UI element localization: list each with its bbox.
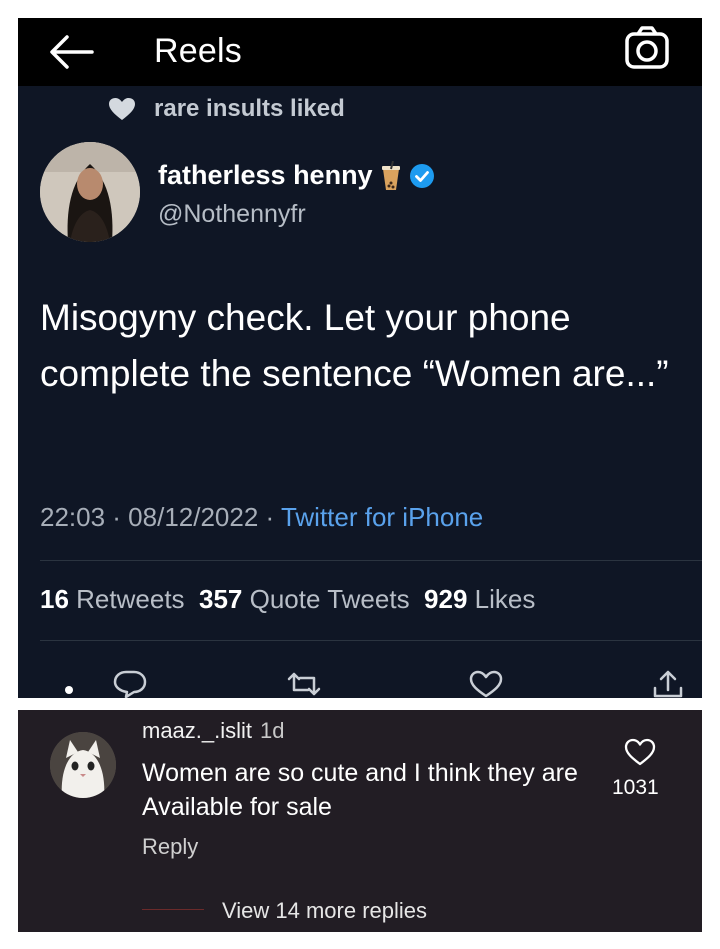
reels-header: Reels bbox=[18, 18, 702, 86]
profile-photo bbox=[40, 142, 140, 242]
retweet-icon[interactable] bbox=[286, 670, 322, 698]
author-name[interactable]: fatherless henny bbox=[158, 160, 435, 191]
comment-text: Women are so cute and I think they are A… bbox=[142, 759, 578, 821]
likes-count: 929 bbox=[424, 584, 468, 614]
dot-icon bbox=[65, 686, 73, 694]
commenter-avatar[interactable] bbox=[50, 732, 116, 798]
tweet-source-link[interactable]: Twitter for iPhone bbox=[281, 502, 483, 532]
tweet-meta: 22:03 · 08/12/2022 · Twitter for iPhone bbox=[40, 502, 483, 533]
camera-icon[interactable] bbox=[624, 26, 670, 70]
comment-author[interactable]: maaz._.islit 1d bbox=[142, 718, 285, 744]
view-more-replies-button[interactable]: View 14 more replies bbox=[222, 898, 427, 924]
heart-icon bbox=[109, 98, 135, 120]
comments-section: maaz._.islit 1d Women are so cute and I t… bbox=[18, 710, 702, 932]
comment-like-icon[interactable] bbox=[624, 738, 656, 766]
retweets-count: 16 bbox=[40, 584, 69, 614]
liked-by-text: rare insults liked bbox=[154, 95, 345, 122]
avatar[interactable] bbox=[40, 142, 140, 242]
tweet-text: Misogyny check. Let your phone complete … bbox=[40, 297, 669, 394]
tweet-stats: 16 Retweets 357 Quote Tweets 929 Likes bbox=[40, 584, 535, 615]
comment-like-count: 1031 bbox=[612, 776, 659, 799]
comment-time: 1d bbox=[260, 718, 285, 743]
verified-badge-icon bbox=[409, 163, 434, 188]
tweet-timestamp: 22:03 · 08/12/2022 · bbox=[40, 502, 281, 532]
retweets-label[interactable]: Retweets bbox=[76, 584, 184, 614]
quotes-count: 357 bbox=[199, 584, 243, 614]
likes-label[interactable]: Likes bbox=[475, 584, 536, 614]
author-handle[interactable]: @Nothennyfr bbox=[158, 200, 306, 229]
reply-icon[interactable] bbox=[112, 670, 148, 698]
share-icon[interactable] bbox=[650, 670, 686, 698]
cat-photo bbox=[50, 732, 116, 798]
divider bbox=[40, 640, 702, 641]
author-name-text: fatherless henny bbox=[158, 160, 373, 190]
arrow-left-icon[interactable] bbox=[48, 34, 94, 70]
liked-by-row: rare insults liked bbox=[108, 95, 345, 122]
bubble-tea-icon bbox=[381, 160, 400, 190]
tweet-card: rare insults liked fatherless henny @Not… bbox=[18, 86, 702, 698]
comment-username[interactable]: maaz._.islit bbox=[142, 718, 252, 743]
quotes-label[interactable]: Quote Tweets bbox=[250, 584, 410, 614]
page-title: Reels bbox=[154, 32, 242, 70]
reply-button[interactable]: Reply bbox=[142, 834, 198, 860]
divider bbox=[142, 909, 204, 910]
like-icon[interactable] bbox=[468, 670, 504, 698]
divider bbox=[40, 560, 702, 561]
